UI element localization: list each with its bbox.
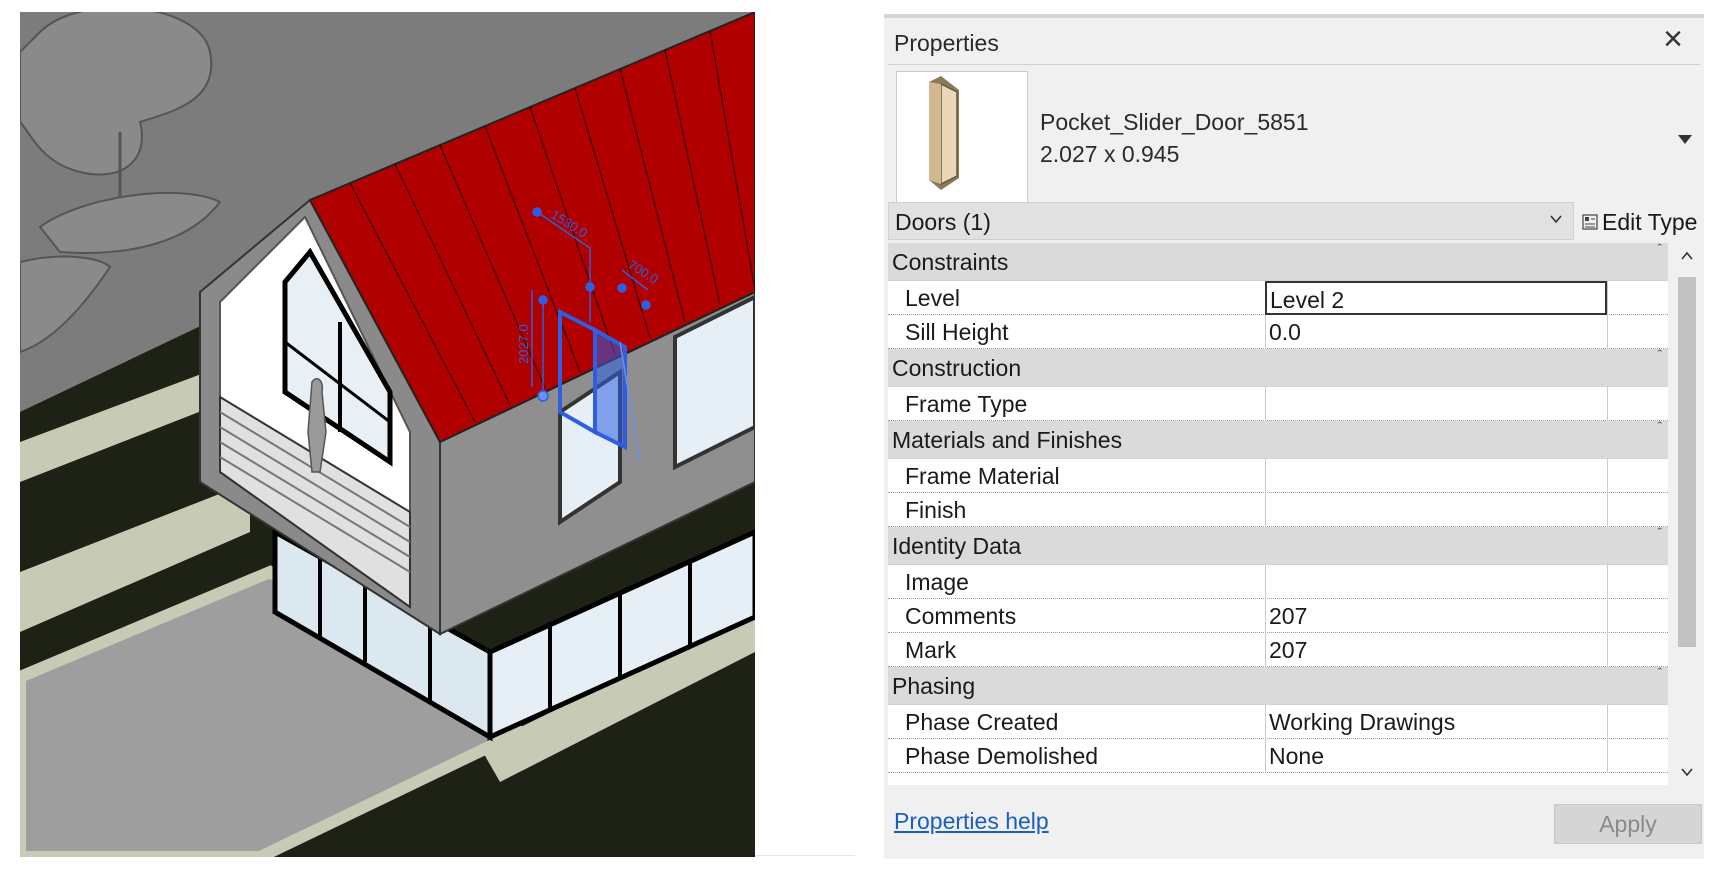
phase-created-field[interactable]: Working Drawings [1265,705,1607,739]
property-extra-cell [1607,387,1668,421]
phase-demolished-field[interactable]: None [1265,739,1607,773]
vertical-scrollbar[interactable] [1674,243,1700,785]
property-label: Sill Height [905,319,1009,345]
type-size: 2.027 x 0.945 [1040,141,1180,167]
instance-filter-dropdown[interactable]: Doors (1) [888,202,1574,240]
property-label: Frame Material [905,463,1060,489]
property-row-finish[interactable]: Finish [888,493,1668,527]
properties-grid: Constraints ˆ Level Level 2 Sill Height … [888,243,1668,785]
group-identity-data[interactable]: Identity Data ˆ [888,525,1668,565]
property-row-sill-height[interactable]: Sill Height 0.0 [888,315,1668,349]
property-extra-cell [1607,315,1668,349]
3d-viewport[interactable]: 1530.0 700.0 2027.0 [20,12,755,857]
door-thumbnail-icon [896,71,1028,203]
mark-field[interactable]: 207 [1265,633,1607,667]
property-label: Comments [905,603,1017,629]
property-extra-cell [1607,493,1668,527]
group-label: Phasing [892,673,976,699]
caret-up-icon[interactable]: ˆ [1658,243,1662,256]
property-label: Phase Demolished [905,743,1099,769]
property-row-comments[interactable]: Comments 207 [888,599,1668,633]
property-row-mark[interactable]: Mark 207 [888,633,1668,667]
property-extra-cell [1607,599,1668,633]
scroll-down-icon[interactable] [1680,765,1694,779]
group-label: Construction [892,355,1022,381]
comments-field[interactable]: 207 [1265,599,1607,633]
property-row-frame-type[interactable]: Frame Type [888,387,1668,421]
properties-help-link[interactable]: Properties help [894,808,1049,835]
group-materials-and-finishes[interactable]: Materials and Finishes ˆ [888,419,1668,459]
panel-title: Properties [894,30,999,56]
type-name: Pocket_Slider_Door_5851 [1040,109,1309,135]
filter-label: Doors (1) [895,209,991,235]
group-constraints[interactable]: Constraints ˆ [888,243,1668,281]
group-label: Materials and Finishes [892,427,1123,453]
close-icon[interactable]: × [1656,22,1690,58]
properties-panel: Properties × Pocket_Slider_Door_5851 2.0… [884,14,1704,859]
edit-type-label: Edit Type [1602,208,1698,235]
group-label: Constraints [892,249,1009,275]
property-extra-cell [1607,281,1668,315]
image-field[interactable] [1265,565,1607,599]
edit-type-icon [1582,214,1598,230]
property-row-image[interactable]: Image [888,565,1668,599]
caret-up-icon[interactable]: ˆ [1658,419,1662,434]
frame-material-field[interactable] [1265,459,1607,493]
property-row-frame-material[interactable]: Frame Material [888,459,1668,493]
property-extra-cell [1607,633,1668,667]
property-label: Phase Created [905,709,1059,735]
divider [755,855,855,856]
caret-up-icon[interactable]: ˆ [1658,347,1662,362]
property-row-phase-demolished[interactable]: Phase Demolished None [888,739,1668,773]
property-label: Frame Type [905,391,1028,417]
caret-up-icon[interactable]: ˆ [1658,665,1662,680]
group-construction[interactable]: Construction ˆ [888,347,1668,387]
property-extra-cell [1607,705,1668,739]
scroll-up-icon[interactable] [1680,249,1694,263]
group-phasing[interactable]: Phasing ˆ [888,665,1668,705]
type-selector[interactable]: Pocket_Slider_Door_5851 2.027 x 0.945 [888,64,1700,203]
triangle-down-icon[interactable] [1678,135,1692,144]
property-label: Level [905,285,960,311]
edit-type-button[interactable]: Edit Type [1582,204,1697,240]
finish-field[interactable] [1265,493,1607,527]
dimension-label-left[interactable]: 2027.0 [516,324,531,364]
frame-type-field[interactable] [1265,387,1607,421]
property-label: Finish [905,497,967,523]
property-label: Mark [905,637,957,663]
property-extra-cell [1607,739,1668,773]
property-row-level[interactable]: Level Level 2 [888,281,1668,315]
property-extra-cell [1607,459,1668,493]
property-label: Image [905,569,969,595]
sill-height-field[interactable]: 0.0 [1265,315,1607,349]
group-label: Identity Data [892,533,1022,559]
chevron-down-icon [1550,215,1562,224]
caret-up-icon[interactable]: ˆ [1658,525,1662,540]
property-extra-cell [1607,565,1668,599]
level-value-field[interactable]: Level 2 [1265,281,1607,315]
apply-button[interactable]: Apply [1554,804,1702,844]
property-row-phase-created[interactable]: Phase Created Working Drawings [888,705,1668,739]
scrollbar-thumb[interactable] [1678,277,1696,647]
